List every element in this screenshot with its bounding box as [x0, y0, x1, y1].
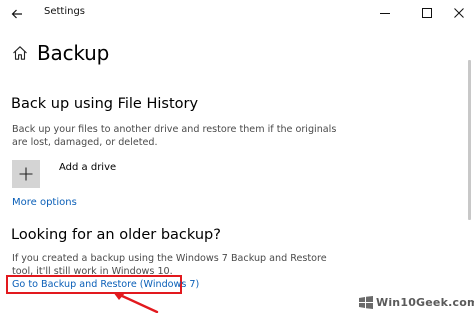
settings-window: Settings Backup Back up using File Histo… [0, 0, 474, 313]
add-drive-tile[interactable] [12, 160, 40, 188]
older-backup-heading: Looking for an older backup? [11, 227, 221, 243]
maximize-icon [422, 8, 432, 18]
maximize-button[interactable] [412, 0, 442, 26]
minimize-button[interactable] [370, 0, 400, 26]
page-header: Backup [12, 38, 109, 68]
home-icon[interactable] [12, 45, 28, 61]
file-history-description: Back up your files to another drive and … [12, 124, 337, 148]
watermark: Win10Geek.com [358, 296, 474, 309]
backup-and-restore-link[interactable]: Go to Backup and Restore (Windows 7) [12, 279, 199, 290]
back-arrow-icon [11, 9, 22, 19]
close-icon [454, 8, 464, 18]
plus-icon [19, 167, 33, 181]
annotation-arrow-icon [113, 292, 159, 313]
title-bar: Settings [0, 0, 474, 28]
watermark-text: Win10Geek.com [376, 296, 474, 309]
scrollbar[interactable] [468, 60, 471, 220]
add-drive-button[interactable]: Add a drive [12, 160, 116, 188]
close-button[interactable] [444, 0, 474, 26]
file-history-heading: Back up using File History [11, 96, 199, 112]
add-drive-label: Add a drive [59, 162, 117, 173]
more-options-link[interactable]: More options [12, 197, 77, 208]
minimize-icon [380, 13, 390, 14]
back-button[interactable] [6, 3, 28, 25]
window-title: Settings [44, 6, 86, 17]
page-title: Backup [37, 41, 110, 65]
windows-logo-icon [359, 296, 373, 309]
